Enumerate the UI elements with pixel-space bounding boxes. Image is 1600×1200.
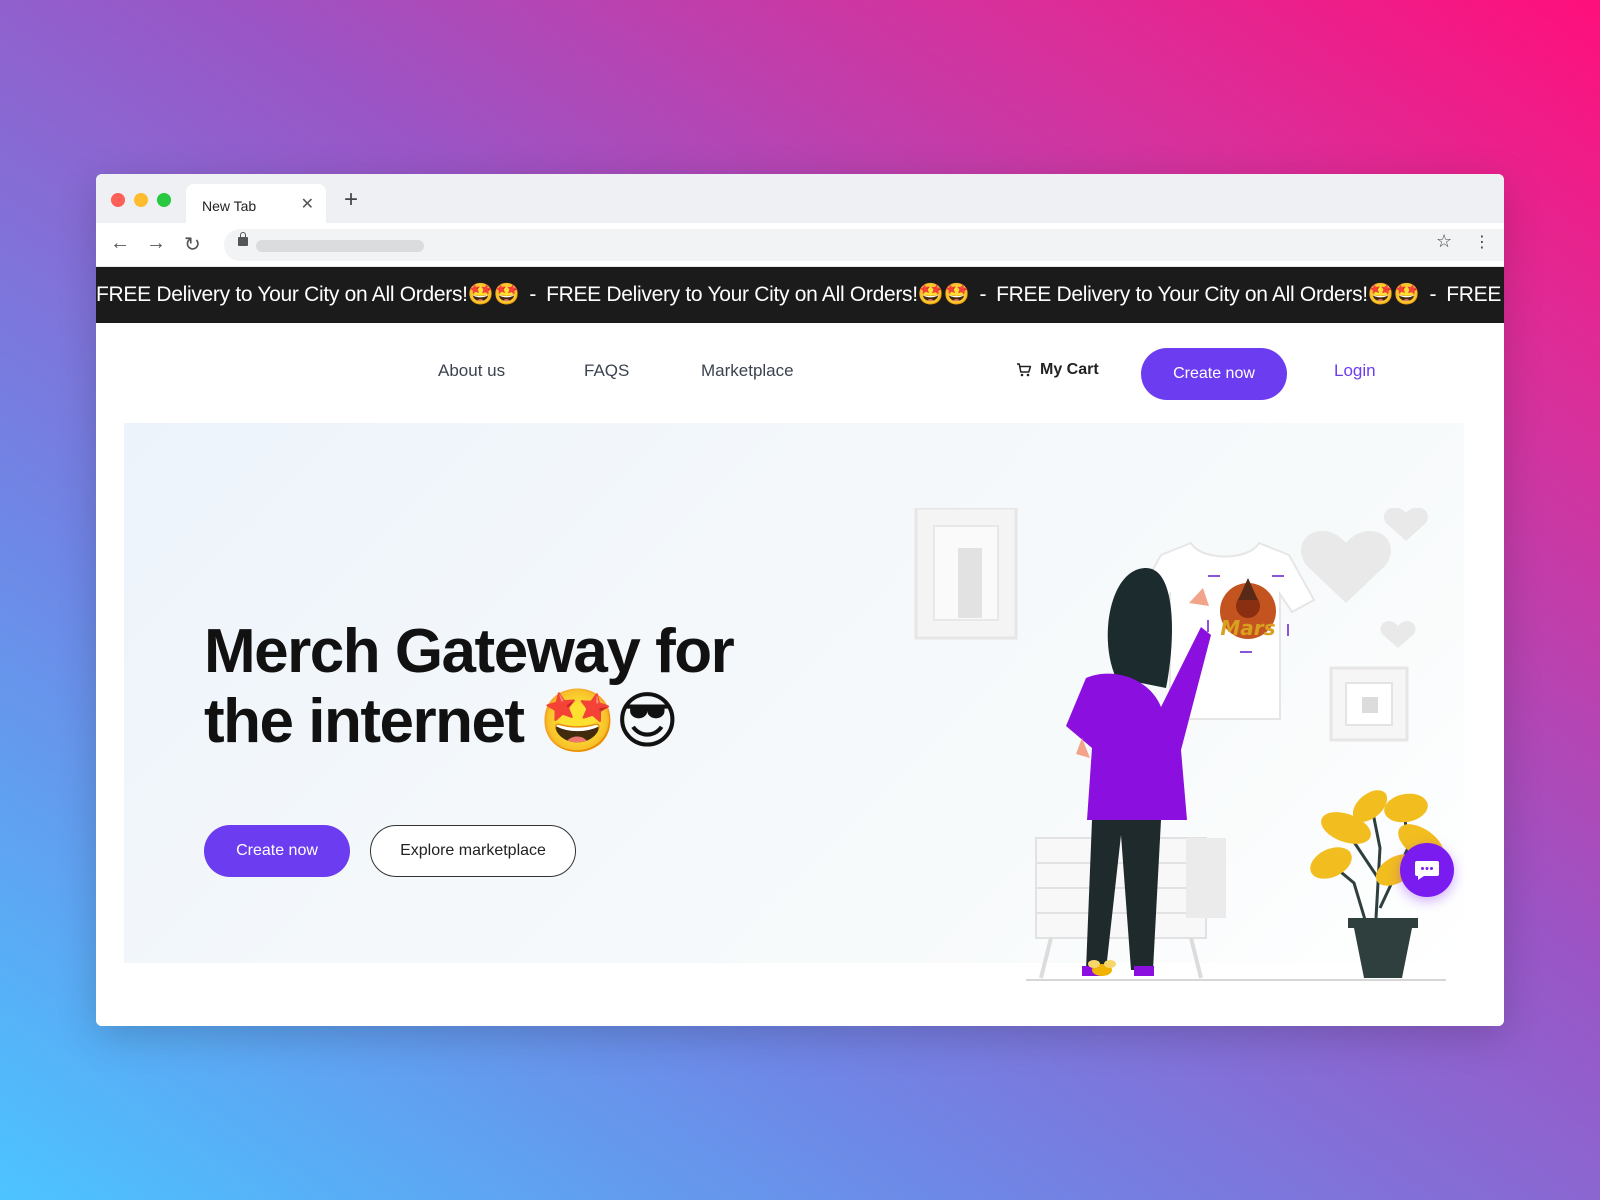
site-navigation: About us FAQS Marketplace My Cart Create… [96,323,1504,423]
back-arrow-icon[interactable]: ← [110,232,130,255]
cart-icon [1017,363,1032,377]
tab-bar: New Tab ✕ + [96,174,1504,223]
headline-line-1: Merch Gateway for [204,617,735,686]
wall-frame-right [1329,666,1409,742]
wall-frame-left [914,508,1018,640]
nav-about-us[interactable]: About us [438,361,505,381]
ticker-message: FREE Delivery to Your City on All Orders… [996,283,1420,306]
cart-label: My Cart [1040,361,1099,378]
close-icon[interactable]: ✕ [301,194,314,214]
hero-create-now-button[interactable]: Create now [204,825,350,877]
lock-icon [238,232,248,246]
ticker-separator: - [1429,283,1437,306]
chat-button[interactable] [1400,843,1454,897]
maximize-window-button[interactable] [157,193,171,207]
login-link[interactable]: Login [1334,361,1376,381]
browser-tab[interactable]: New Tab ✕ [186,184,326,223]
explore-marketplace-button[interactable]: Explore marketplace [370,825,576,877]
url-placeholder [256,240,424,252]
nav-create-now-button[interactable]: Create now [1141,348,1287,400]
ticker-message: FREE De [1446,283,1504,306]
browser-window: New Tab ✕ + ← → ↻ ☆ ⋮ FREE Delivery to Y… [96,174,1504,1026]
heart-icon [1301,508,1428,648]
headline-line-2: the internet 🤩😎 [204,687,680,756]
ticker-message: FREE Delivery to Your City on All Orders… [546,283,970,306]
announcement-ticker: FREE Delivery to Your City on All Orders… [96,267,1504,323]
landing-page: About us FAQS Marketplace My Cart Create… [96,323,1504,1026]
close-window-button[interactable] [111,193,125,207]
tab-title: New Tab [202,197,257,214]
tshirt-print-text: Mars [1220,616,1275,640]
ticker-separator: - [979,283,987,306]
minimize-window-button[interactable] [134,193,148,207]
hero-illustration: Mars [914,508,1446,981]
nav-faqs[interactable]: FAQS [584,361,629,381]
ticker-separator: - [529,283,537,306]
reload-icon[interactable]: ↻ [184,232,201,257]
browser-menu-icon[interactable]: ⋮ [1474,232,1490,252]
chat-bubble-icon [1415,861,1439,880]
new-tab-button[interactable]: + [344,186,358,214]
hero-headline: Merch Gateway for the internet 🤩😎 [204,617,804,757]
nav-marketplace[interactable]: Marketplace [701,361,794,381]
forward-arrow-icon[interactable]: → [146,232,166,255]
address-bar[interactable] [224,229,1504,261]
ticker-message: FREE Delivery to Your City on All Orders… [96,283,520,306]
browser-toolbar: ← → ↻ ☆ ⋮ [96,223,1504,267]
bookmark-star-icon[interactable]: ☆ [1436,231,1452,252]
cart-link[interactable]: My Cart [1016,361,1099,379]
